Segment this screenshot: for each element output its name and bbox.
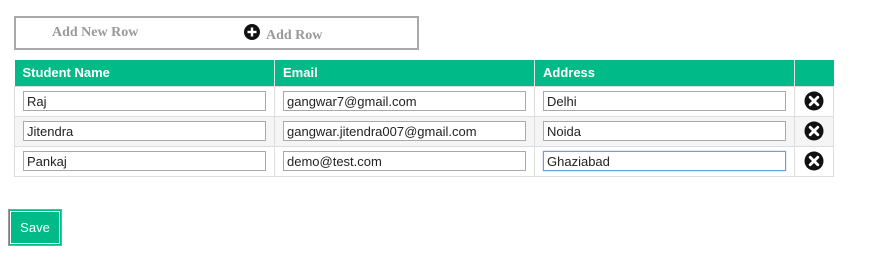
table-row — [14, 145, 834, 177]
cell-address — [534, 85, 795, 117]
table-header-row: Student Name Email Address — [14, 60, 834, 86]
email-input[interactable] — [283, 121, 526, 141]
add-row-button[interactable]: Add Row — [244, 24, 322, 43]
email-input[interactable] — [283, 91, 526, 111]
close-circle-icon[interactable] — [804, 91, 824, 111]
close-circle-icon[interactable] — [804, 151, 824, 171]
cell-email — [274, 145, 535, 177]
cell-address — [534, 145, 795, 177]
plus-circle-icon[interactable] — [244, 24, 260, 40]
header-student-name: Student Name — [14, 60, 275, 86]
table-row — [14, 115, 834, 147]
email-input[interactable] — [283, 151, 526, 171]
header-email: Email — [274, 60, 535, 86]
address-input[interactable] — [543, 91, 786, 111]
toolbar: Add New Row Add Row — [14, 16, 419, 50]
save-button[interactable]: Save — [8, 209, 62, 246]
cell-actions — [794, 115, 834, 147]
cell-actions — [794, 145, 834, 177]
address-input[interactable] — [543, 151, 786, 171]
student-name-input[interactable] — [23, 121, 266, 141]
toolbar-title: Add New Row — [52, 25, 139, 40]
add-row-label[interactable]: Add Row — [266, 28, 322, 44]
header-address: Address — [534, 60, 795, 86]
cell-student-name — [14, 145, 275, 177]
student-name-input[interactable] — [23, 151, 266, 171]
address-input[interactable] — [543, 121, 786, 141]
cell-email — [274, 115, 535, 147]
cell-actions — [794, 85, 834, 117]
header-actions — [794, 60, 834, 86]
cell-student-name — [14, 85, 275, 117]
cell-email — [274, 85, 535, 117]
table-row — [14, 85, 834, 117]
cell-address — [534, 115, 795, 147]
student-table: Student Name Email Address — [14, 60, 834, 177]
student-name-input[interactable] — [23, 91, 266, 111]
close-circle-icon[interactable] — [804, 121, 824, 141]
cell-student-name — [14, 115, 275, 147]
